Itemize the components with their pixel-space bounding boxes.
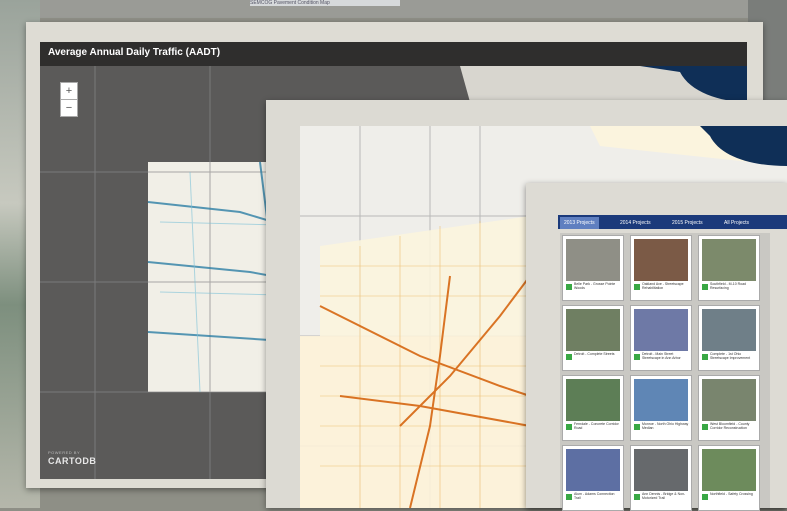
tab-all-projects[interactable]: All Projects	[720, 217, 753, 229]
project-caption: Southfield - M-10 Road Resurfacing	[710, 282, 746, 290]
projects-tab-bar: 2013 Projects 2014 Projects 2015 Project…	[558, 215, 787, 229]
project-photo[interactable]	[566, 309, 620, 351]
project-status-icon	[566, 494, 572, 500]
project-status-icon	[566, 424, 572, 430]
project-card[interactable]: Alum - Adams Connection Trail	[562, 445, 624, 511]
project-caption: Complete - 1st Ohio Streetscape Improvem…	[710, 352, 751, 360]
project-photo[interactable]	[566, 449, 620, 491]
project-card[interactable]: Detroit - Complete Streets	[562, 305, 624, 371]
project-card[interactable]: Southfield - M-10 Road Resurfacing	[698, 235, 760, 301]
project-photo[interactable]	[634, 449, 688, 491]
project-caption: Oakland Ave - Streetscape Rehabilitation	[642, 282, 684, 290]
project-status-icon	[702, 354, 708, 360]
project-card[interactable]: Ferndale - Concrete Corridor Road	[562, 375, 624, 441]
attribution-powered-by: POWERED BY	[48, 450, 81, 455]
project-photo[interactable]	[566, 239, 620, 281]
tab-2014-projects[interactable]: 2014 Projects	[616, 217, 655, 229]
project-status-icon	[634, 284, 640, 290]
project-caption: Detroit - Main Street Streetscape in Ann…	[642, 352, 681, 360]
project-caption: Monroe - North Ohio Highway Median	[642, 422, 689, 430]
project-photo[interactable]	[702, 309, 756, 351]
zoom-in-button[interactable]: +	[60, 82, 78, 100]
projects-grid: Belle Park - Grosse Pointe Woods Oakland …	[560, 233, 770, 511]
project-caption: Northfield - Safety Crossing	[710, 492, 753, 496]
project-caption: Detroit - Complete Streets	[574, 352, 615, 356]
project-caption: Alum - Adams Connection Trail	[574, 492, 615, 500]
map-title: Average Annual Daily Traffic (AADT)	[48, 47, 221, 58]
project-card[interactable]: Northfield - Safety Crossing	[698, 445, 760, 511]
project-photo[interactable]	[702, 379, 756, 421]
project-status-icon	[702, 424, 708, 430]
project-status-icon	[566, 284, 572, 290]
project-photo[interactable]	[702, 239, 756, 281]
project-photo[interactable]	[702, 449, 756, 491]
project-card[interactable]: Belle Park - Grosse Pointe Woods	[562, 235, 624, 301]
project-photo[interactable]	[566, 379, 620, 421]
project-card[interactable]: Monroe - North Ohio Highway Median	[630, 375, 692, 441]
cartodb-logo[interactable]: CARTODB	[48, 456, 96, 466]
project-caption: Belle Park - Grosse Pointe Woods	[574, 282, 616, 290]
project-card[interactable]: West Bloomfield - County Corridor Recons…	[698, 375, 760, 441]
projects-gallery-frame: 2013 Projects 2014 Projects 2015 Project…	[526, 183, 787, 511]
project-status-icon	[702, 494, 708, 500]
project-caption: West Bloomfield - County Corridor Recons…	[710, 422, 750, 430]
project-photo[interactable]	[634, 309, 688, 351]
tab-2013-projects[interactable]: 2013 Projects	[560, 217, 599, 229]
project-status-icon	[634, 494, 640, 500]
tab-2015-projects[interactable]: 2015 Projects	[668, 217, 707, 229]
project-photo[interactable]	[634, 379, 688, 421]
project-caption: Ferndale - Concrete Corridor Road	[574, 422, 619, 430]
zoom-out-button[interactable]: −	[60, 99, 78, 117]
project-card[interactable]: Ann Dennis - Bridge & Non-Motorized Trai…	[630, 445, 692, 511]
project-status-icon	[634, 424, 640, 430]
project-status-icon	[634, 354, 640, 360]
project-card[interactable]: Detroit - Main Street Streetscape in Ann…	[630, 305, 692, 371]
background-caption: SEMCOG Pavement Condition Map	[250, 0, 400, 6]
project-caption: Ann Dennis - Bridge & Non-Motorized Trai…	[642, 492, 686, 500]
project-card[interactable]: Oakland Ave - Streetscape Rehabilitation	[630, 235, 692, 301]
project-card[interactable]: Complete - 1st Ohio Streetscape Improvem…	[698, 305, 760, 371]
project-status-icon	[702, 284, 708, 290]
project-status-icon	[566, 354, 572, 360]
project-photo[interactable]	[634, 239, 688, 281]
